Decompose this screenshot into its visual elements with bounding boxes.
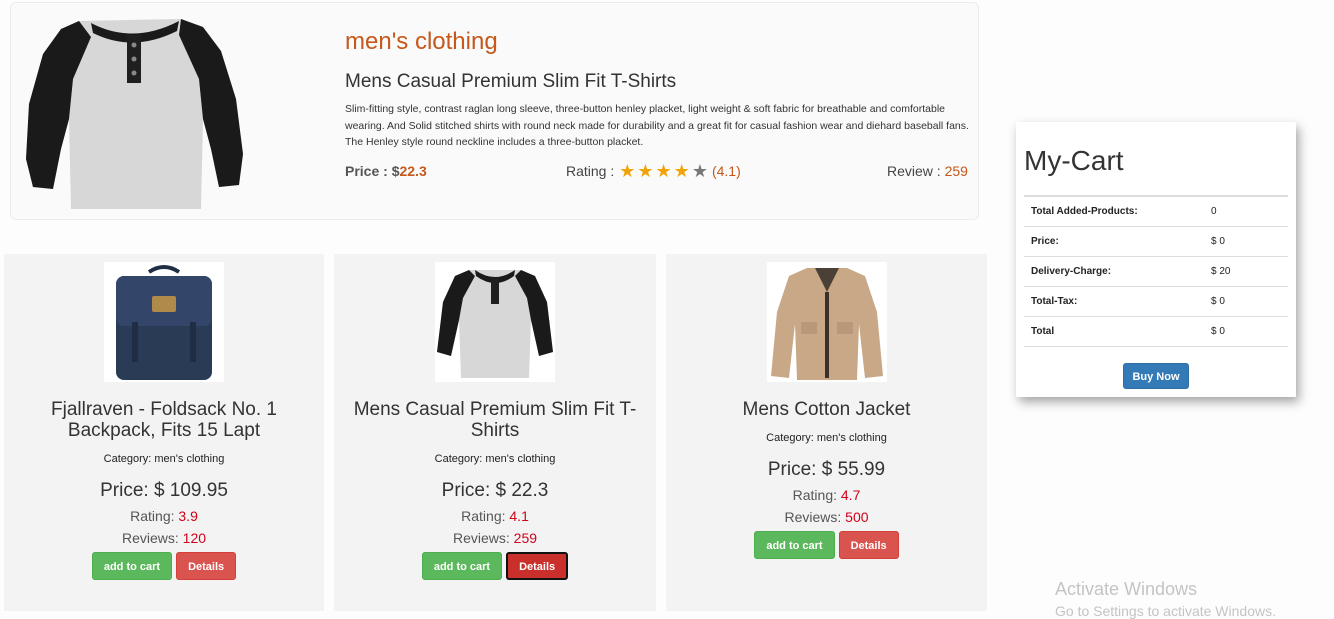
details-button[interactable]: Details [838, 531, 899, 559]
featured-rating-label: Rating : [566, 163, 615, 179]
cart-row-label: Total Added-Products: [1024, 196, 1204, 227]
star-icon: ★ [673, 161, 690, 181]
cart-summary-table: Total Added-Products: 0 Price: $ 0 Deliver… [1024, 195, 1288, 347]
rating-value: 3.9 [178, 508, 198, 524]
star-icon: ★ [619, 161, 636, 181]
cart-row: Total $ 0 [1024, 316, 1288, 347]
product-card: Mens Casual Premium Slim Fit T-Shirts Ca… [334, 254, 656, 611]
star-icon: ★ [655, 161, 672, 181]
watermark-title: Activate Windows [1055, 579, 1198, 599]
reviews-value: 120 [182, 530, 207, 546]
product-name: Fjallraven - Foldsack No. 1 Backpack, Fi… [51, 399, 277, 441]
product-image-jacket [766, 262, 887, 382]
featured-price: Price : $22.3 [345, 163, 427, 179]
featured-rating-value: (4.1) [711, 163, 741, 179]
product-reviews: Reviews: 500 [666, 509, 987, 525]
product-card: Fjallraven - Foldsack No. 1 Backpack, Fi… [4, 254, 324, 611]
cart-row-value: $ 0 [1204, 316, 1288, 347]
featured-description: Slim-fitting style, contrast raglan long… [345, 103, 969, 148]
rating-label: Rating: [130, 508, 179, 524]
reviews-value: 500 [845, 509, 869, 525]
product-actions: add to cart Details [334, 552, 656, 580]
cart-row-label: Total [1024, 316, 1204, 347]
cart-row: Total Added-Products: 0 [1024, 196, 1288, 227]
rating-label: Rating: [461, 508, 510, 524]
product-name: Mens Cotton Jacket [742, 399, 911, 420]
featured-price-value: 22.3 [399, 163, 427, 179]
watermark-subtitle: Go to Settings to activate Windows. [1055, 603, 1276, 619]
cart-title: My-Cart [1024, 145, 1124, 176]
product-category: Category: men's clothing [103, 453, 225, 465]
cart-row-label: Delivery-Charge: [1024, 256, 1204, 287]
star-icon: ★ [637, 161, 654, 181]
reviews-value: 259 [513, 530, 538, 546]
buy-now-button[interactable]: Buy Now [1123, 362, 1189, 389]
cart-row-label: Total-Tax: [1024, 286, 1204, 317]
featured-product-image [26, 19, 243, 209]
product-image-backpack [104, 262, 224, 382]
featured-review-label: Review : [887, 163, 941, 179]
add-to-cart-button[interactable]: add to cart [754, 531, 835, 559]
product-card: Mens Cotton Jacket Category: men's cloth… [666, 254, 987, 611]
product-category: Category: men's clothing [766, 432, 887, 444]
cart-row: Total-Tax: $ 0 [1024, 286, 1288, 317]
featured-review-value: 259 [944, 163, 968, 179]
reviews-label: Reviews: [121, 530, 183, 546]
product-image-tshirt [435, 262, 555, 382]
product-actions: add to cart Details [666, 531, 987, 559]
product-price: Price: $ 109.95 [100, 480, 228, 501]
product-rating: Rating: 3.9 [4, 508, 324, 524]
product-price: Price: $ 55.99 [767, 459, 886, 480]
featured-review: Review : 259 [887, 163, 968, 179]
featured-price-label: Price : $ [345, 163, 400, 179]
product-category: Category: men's clothing [434, 453, 556, 465]
rating-label: Rating: [792, 487, 841, 503]
my-cart-panel: My-Cart Total Added-Products: 0 Price: $ 0… [1016, 122, 1296, 397]
product-reviews: Reviews: 120 [4, 530, 324, 546]
product-rating: Rating: 4.7 [666, 487, 987, 503]
cart-row-value: $ 0 [1204, 286, 1288, 317]
reviews-label: Reviews: [784, 509, 846, 525]
cart-row: Delivery-Charge: $ 20 [1024, 256, 1288, 287]
reviews-label: Reviews: [452, 530, 514, 546]
cart-row-value: 0 [1204, 196, 1288, 227]
product-rating: Rating: 4.1 [334, 508, 656, 524]
cart-row: Price: $ 0 [1024, 226, 1288, 257]
cart-row-label: Price: [1024, 226, 1204, 257]
add-to-cart-button[interactable]: add to cart [421, 552, 503, 580]
cart-row-value: $ 20 [1204, 256, 1288, 287]
featured-rating: Rating : ★ ★ ★ ★ ★ (4.1) [566, 161, 741, 181]
activate-windows-watermark: Activate Windows Go to Settings to activ… [1055, 579, 1276, 619]
rating-stars: ★ ★ ★ ★ ★ [619, 161, 708, 181]
cart-row-value: $ 0 [1204, 226, 1288, 257]
product-price: Price: $ 22.3 [441, 480, 549, 501]
star-icon: ★ [691, 161, 708, 181]
product-reviews: Reviews: 259 [334, 530, 656, 546]
product-actions: add to cart Details [4, 552, 324, 580]
featured-title: Mens Casual Premium Slim Fit T-Shirts [345, 71, 677, 92]
rating-value: 4.7 [840, 487, 861, 503]
product-name: Mens Casual Premium Slim Fit T-Shirts [353, 399, 637, 441]
featured-category: men's clothing [345, 28, 498, 55]
details-button[interactable]: Details [506, 552, 569, 580]
featured-product: men's clothing Mens Casual Premium Slim … [10, 2, 979, 220]
rating-value: 4.1 [509, 508, 529, 524]
details-button[interactable]: Details [176, 552, 237, 580]
add-to-cart-button[interactable]: add to cart [91, 552, 173, 580]
